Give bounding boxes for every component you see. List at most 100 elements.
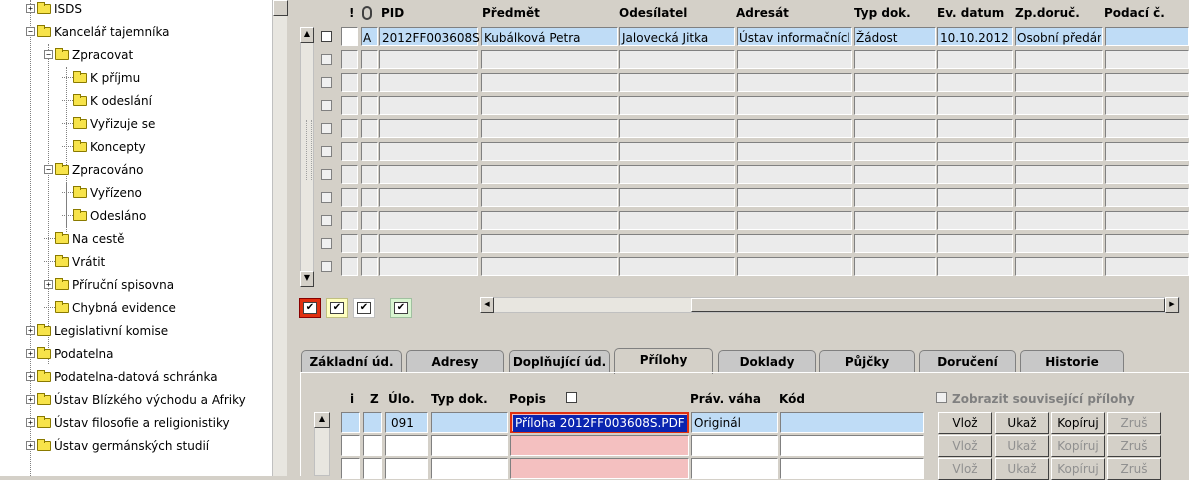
popis-select-all-checkbox[interactable] xyxy=(566,392,577,403)
scroll-down-icon[interactable]: ▼ xyxy=(300,271,314,287)
tab-7[interactable]: Doručení xyxy=(919,350,1016,372)
tree-scroll-thumb[interactable] xyxy=(273,0,288,16)
show-related-checkbox[interactable] xyxy=(936,392,947,403)
vloz-button[interactable]: Vlož xyxy=(938,412,992,434)
tree-item[interactable]: + Podatelna-datová schránka xyxy=(26,365,218,388)
grid-cell[interactable] xyxy=(379,96,478,115)
grid-cell[interactable] xyxy=(1015,188,1103,207)
row-select-checkbox[interactable] xyxy=(321,215,332,226)
grid-cell[interactable] xyxy=(379,234,478,253)
tree-item[interactable]: − Zpracováno xyxy=(44,158,143,181)
expander-icon[interactable]: + xyxy=(26,395,35,404)
grid-cell[interactable] xyxy=(379,257,478,276)
filter-green[interactable]: ✔ xyxy=(390,298,412,318)
grid-cell[interactable] xyxy=(341,257,358,276)
attachment-cell[interactable] xyxy=(363,435,382,456)
row-select-checkbox[interactable] xyxy=(321,77,332,88)
grid-cell[interactable] xyxy=(481,50,618,69)
splitter-grip[interactable] xyxy=(306,120,312,180)
grid-cell[interactable] xyxy=(361,119,378,138)
tree-item[interactable]: Chybná evidence xyxy=(44,296,176,319)
row-select-checkbox[interactable] xyxy=(321,54,332,65)
grid-cell[interactable] xyxy=(737,257,852,276)
grid-cell[interactable] xyxy=(1105,27,1189,46)
grid-cell[interactable] xyxy=(737,165,852,184)
attachment-cell[interactable] xyxy=(363,412,382,433)
tree-item[interactable]: + ISDS xyxy=(26,0,82,20)
zrus-button[interactable]: Zruš xyxy=(1107,458,1161,480)
grid-cell[interactable] xyxy=(1015,96,1103,115)
grid-cell[interactable] xyxy=(619,211,735,230)
tree-item[interactable]: + Ústav Blízkého východu a Afriky xyxy=(26,388,246,411)
attachment-cell[interactable] xyxy=(431,412,508,433)
tree-item[interactable]: Koncepty xyxy=(62,135,146,158)
grid-cell[interactable] xyxy=(481,165,618,184)
scroll-up-icon[interactable]: ▲ xyxy=(314,412,330,428)
grid-cell[interactable] xyxy=(1105,165,1189,184)
grid-cell[interactable] xyxy=(481,73,618,92)
row-select-checkbox[interactable] xyxy=(321,238,332,249)
filter-red[interactable]: ✔ xyxy=(299,298,321,318)
tree-item[interactable]: − Kancelář tajemníka xyxy=(26,20,170,43)
grid-hscrollbar[interactable]: ◀ ▶ xyxy=(480,297,1180,313)
grid-cell[interactable] xyxy=(937,211,1013,230)
grid-cell[interactable] xyxy=(341,142,358,161)
grid-cell[interactable] xyxy=(619,165,735,184)
grid-cell[interactable] xyxy=(481,234,618,253)
tree-item[interactable]: K odeslání xyxy=(62,89,152,112)
grid-cell[interactable] xyxy=(737,50,852,69)
grid-cell[interactable] xyxy=(341,27,358,46)
scroll-right-icon[interactable]: ▶ xyxy=(1165,297,1179,313)
att-row-popis[interactable]: Příloha 2012FF003608S.PDF xyxy=(513,415,687,432)
grid-cell[interactable] xyxy=(341,234,358,253)
tree-item[interactable]: Vyřízeno xyxy=(62,181,142,204)
grid-cell[interactable] xyxy=(737,188,852,207)
kopiruj-button[interactable]: Kopíruj xyxy=(1051,435,1105,457)
tab-5[interactable]: Doklady xyxy=(718,350,816,372)
grid-cell[interactable] xyxy=(481,211,618,230)
grid-cell[interactable] xyxy=(854,234,936,253)
hscroll-thumb[interactable] xyxy=(691,298,1165,312)
grid-cell[interactable] xyxy=(1015,73,1103,92)
expander-icon[interactable]: + xyxy=(44,280,53,289)
attachment-cell[interactable] xyxy=(385,435,428,456)
attachment-cell[interactable] xyxy=(341,412,360,433)
grid-cell[interactable] xyxy=(854,211,936,230)
grid-cell[interactable] xyxy=(361,234,378,253)
grid-cell[interactable] xyxy=(1105,50,1189,69)
grid-cell[interactable] xyxy=(361,73,378,92)
grid-cell[interactable] xyxy=(854,142,936,161)
grid-cell[interactable] xyxy=(361,142,378,161)
grid-cell[interactable] xyxy=(1015,142,1103,161)
folder-tree[interactable]: + ISDS − Kancelář tajemníka − Zpracovat K příj… xyxy=(0,0,287,476)
grid-cell[interactable] xyxy=(481,188,618,207)
grid-cell[interactable] xyxy=(737,234,852,253)
grid-cell[interactable] xyxy=(379,119,478,138)
tree-item[interactable]: Na cestě xyxy=(44,227,124,250)
grid-cell[interactable] xyxy=(854,165,936,184)
expander-icon[interactable]: + xyxy=(26,441,35,450)
grid-cell[interactable] xyxy=(619,50,735,69)
tab-6[interactable]: Půjčky xyxy=(819,350,915,372)
grid-cell[interactable] xyxy=(341,165,358,184)
grid-cell[interactable] xyxy=(1015,50,1103,69)
grid-cell[interactable] xyxy=(341,73,358,92)
vloz-button[interactable]: Vlož xyxy=(938,435,992,457)
row-select-checkbox[interactable] xyxy=(321,100,332,111)
tab-3[interactable]: Doplňující úd. xyxy=(509,350,610,372)
grid-cell[interactable] xyxy=(737,142,852,161)
expander-icon[interactable]: + xyxy=(26,372,35,381)
kopiruj-button[interactable]: Kopíruj xyxy=(1051,458,1105,480)
grid-cell[interactable] xyxy=(1015,119,1103,138)
grid-cell[interactable] xyxy=(619,96,735,115)
kopiruj-button[interactable]: Kopíruj xyxy=(1051,412,1105,434)
filter-white[interactable]: ✔ xyxy=(353,298,375,318)
grid-cell[interactable] xyxy=(937,96,1013,115)
expander-icon[interactable]: − xyxy=(26,27,35,36)
tree-item[interactable]: + Ústav filosofie a religionistiky xyxy=(26,411,230,434)
tree-item[interactable]: Odesláno xyxy=(62,204,146,227)
grid-cell[interactable] xyxy=(1105,211,1189,230)
tab-2[interactable]: Adresy xyxy=(406,350,504,372)
vloz-button[interactable]: Vlož xyxy=(938,458,992,480)
scroll-left-icon[interactable]: ◀ xyxy=(480,297,494,313)
